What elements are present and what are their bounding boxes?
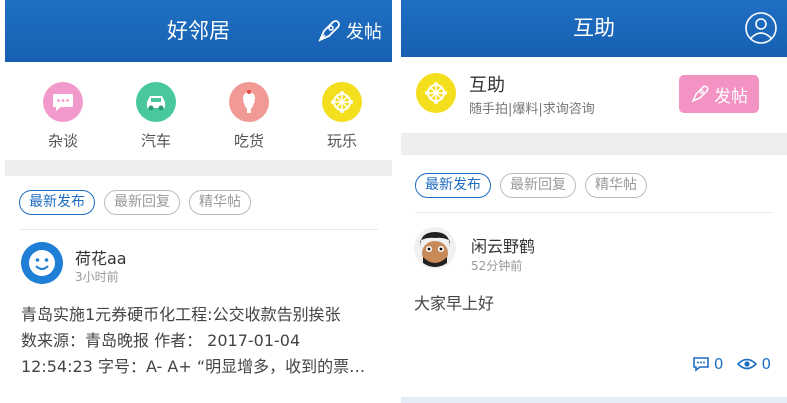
view-count: 0: [737, 355, 771, 373]
post-button-label: 发帖: [346, 22, 382, 43]
user-icon[interactable]: [745, 12, 777, 44]
ferris-wheel-icon: [416, 73, 456, 113]
avatar: [414, 227, 456, 269]
category-label: 玩乐: [326, 132, 357, 150]
tab-latest-posts[interactable]: 最新发布: [415, 173, 491, 198]
post-time: 52分钟前: [471, 259, 523, 273]
category-label: 汽车: [140, 132, 171, 150]
ferris-wheel-icon: [322, 82, 362, 122]
view-count-value: 0: [761, 355, 771, 373]
pen-icon: [691, 85, 709, 103]
category-car[interactable]: 汽车: [111, 82, 201, 160]
section-gap: [5, 160, 392, 176]
post-button-label: 发帖: [714, 86, 748, 107]
tab-latest-replies[interactable]: 最新回复: [500, 173, 576, 198]
chat-bubble-icon: [43, 82, 83, 122]
ice-cream-icon: [229, 82, 269, 122]
comment-count[interactable]: 0: [692, 355, 724, 373]
post-line: 青岛实施1元券硬币化工程:公交收款告别挨张: [21, 305, 341, 324]
category-food[interactable]: 吃货: [204, 82, 294, 160]
category-label: 杂谈: [47, 132, 78, 150]
post-line: 数来源：青岛晚报 作者： 2017-01-04: [21, 331, 301, 350]
header-bar: 互助: [401, 0, 787, 57]
filter-tabs: 最新发布 最新回复 精华帖: [401, 155, 787, 198]
tab-featured[interactable]: 精华帖: [585, 173, 647, 198]
right-screen: 互助 互助 随手拍|爆料|求询咨询 发帖 最新发布 最新回复 精华帖 闲云野鹤 …: [401, 0, 787, 403]
post-excerpt: 青岛实施1元券硬币化工程:公交收款告别挨张 数来源：青岛晚报 作者： 2017-…: [21, 302, 386, 380]
page-title: 互助: [573, 16, 615, 40]
post-button[interactable]: 发帖: [316, 16, 382, 46]
tab-latest-posts[interactable]: 最新发布: [19, 190, 95, 215]
post-line: 12:54:23 字号：A- A+ “明显增多，收到的票…: [21, 357, 366, 376]
tab-latest-replies[interactable]: 最新回复: [104, 190, 180, 215]
post-time: 3小时前: [75, 270, 119, 284]
header-bar: 好邻居 发帖: [5, 0, 392, 62]
category-chat[interactable]: 杂谈: [18, 82, 108, 160]
bottom-strip: [401, 397, 787, 403]
tab-featured[interactable]: 精华帖: [189, 190, 251, 215]
post-text: 大家早上好: [414, 294, 495, 313]
hub-card: 互助 随手拍|爆料|求询咨询 发帖: [401, 57, 787, 133]
post-item[interactable]: 荷花aa 3小时前 青岛实施1元券硬币化工程:公交收款告别挨张 数来源：青岛晚报…: [5, 230, 392, 390]
pen-icon: [318, 20, 340, 42]
category-fun[interactable]: 玩乐: [297, 82, 387, 160]
hub-name: 互助: [469, 75, 505, 96]
post-username[interactable]: 荷花aa: [75, 245, 127, 269]
hub-subtitle: 随手拍|爆料|求询咨询: [469, 102, 595, 117]
post-stats: 0 0: [692, 355, 771, 373]
avatar: [21, 242, 63, 284]
comment-icon: [693, 357, 709, 372]
comment-count-value: 0: [713, 355, 724, 373]
category-label: 吃货: [233, 132, 264, 150]
filter-tabs: 最新发布 最新回复 精华帖: [5, 176, 392, 215]
section-gap: [401, 133, 787, 155]
eye-icon: [737, 358, 758, 370]
category-row: 杂谈 汽车 吃货 玩乐: [5, 62, 392, 160]
post-username[interactable]: 闲云野鹤: [471, 233, 535, 257]
left-screen: 好邻居 发帖 杂谈 汽车 吃货 玩乐 最新发布 最新回复 精华帖 荷花aa 3小…: [5, 0, 392, 403]
car-icon: [136, 82, 176, 122]
post-button[interactable]: 发帖: [679, 75, 759, 113]
